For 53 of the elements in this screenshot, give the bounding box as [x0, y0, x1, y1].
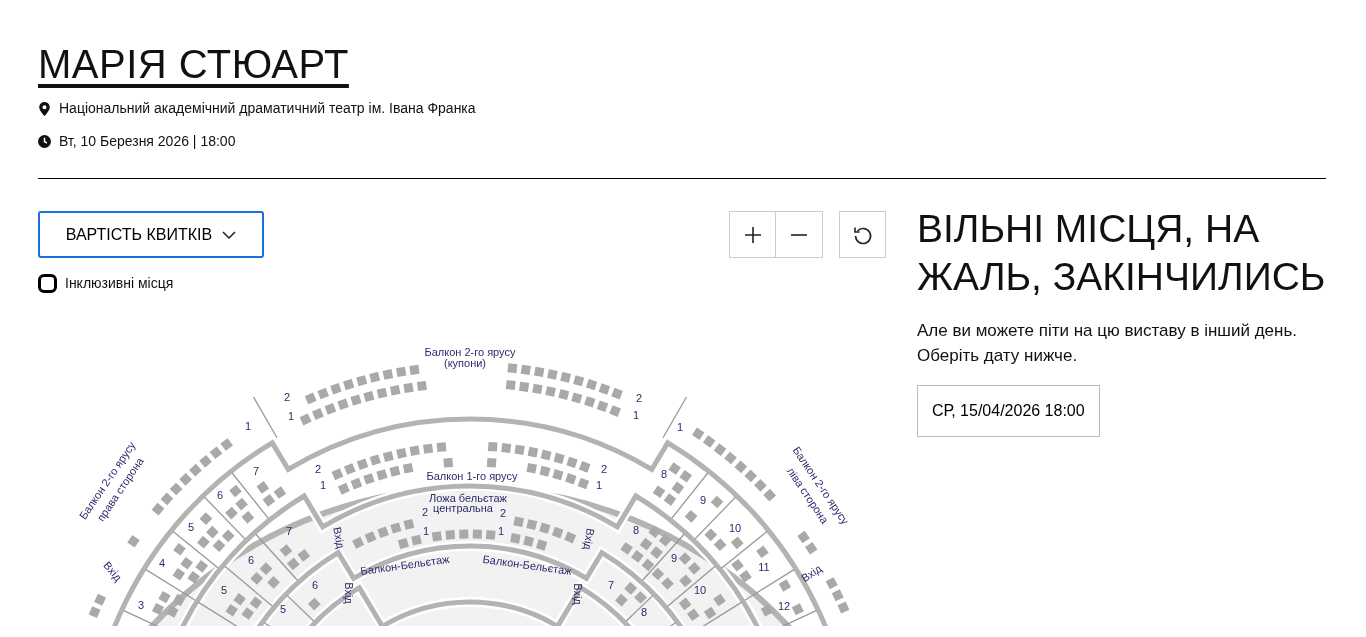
row-number: 4: [158, 556, 166, 569]
row-number: 7: [285, 524, 293, 537]
row-number: 1: [422, 524, 430, 537]
row-number: 2: [421, 505, 429, 518]
event-title: МАРІЯ СТЮАРТ: [38, 41, 349, 88]
row-number: 1: [595, 478, 603, 491]
checkbox-label: Інклюзивні місця: [65, 274, 174, 293]
row-number: 5: [220, 583, 228, 596]
row-number: 12: [777, 599, 791, 612]
row-number: 8: [660, 467, 668, 480]
row-number: 11: [758, 560, 770, 573]
section-label: Балкон 2-го ярусу: [424, 345, 516, 358]
venue-text: Національний академічний драматичний театр ім. Івана Франка: [59, 99, 476, 118]
row-number: 1: [244, 419, 252, 432]
entrance-label: Вхід: [331, 526, 347, 550]
row-number: 1: [676, 420, 684, 433]
section-label: (купони): [443, 356, 487, 369]
row-number: 2: [635, 391, 643, 404]
row-number: 6: [247, 553, 255, 566]
row-number: 3: [137, 598, 145, 611]
row-number: 10: [693, 583, 707, 596]
row-number: 10: [728, 521, 742, 534]
section-label: центральна: [433, 501, 493, 514]
date-option-button[interactable]: СР, 15/04/2026 18:00: [917, 384, 1100, 437]
row-number: 8: [640, 605, 648, 618]
row-number: 1: [287, 409, 295, 422]
date-time-text: Вт, 10 Березня 2026 | 18:00: [59, 132, 236, 151]
section-label: Ложа бельєтаж: [429, 491, 507, 504]
row-number: 2: [600, 462, 608, 475]
row-number: 6: [311, 578, 319, 591]
row-number: 2: [499, 506, 507, 519]
row-number: 8: [632, 523, 640, 536]
row-number: 5: [187, 520, 195, 533]
row-number: 1: [632, 408, 640, 421]
notice-text: Але ви можете піти на цю виставу в інший день. Оберіть дату нижче.: [917, 319, 1298, 368]
entrance-label: Вхід: [343, 582, 356, 604]
entrance-label: Вхід: [572, 583, 585, 605]
row-number: 9: [670, 551, 678, 564]
entrance-label: Вхід: [799, 562, 824, 585]
row-number: 2: [314, 462, 322, 475]
row-number: 6: [216, 488, 224, 501]
row-number: 9: [699, 493, 707, 506]
section-label: Балкон 1-го ярусу: [426, 469, 518, 482]
row-number: 7: [607, 578, 615, 591]
row-number: 7: [252, 464, 260, 477]
section-label: Балкон-Бельєтаж: [359, 552, 451, 578]
row-number: 2: [283, 390, 291, 403]
ticket-price-dropdown[interactable]: ВАРТІСТЬ КВИТКІВ: [38, 211, 264, 258]
row-number: 1: [319, 478, 327, 491]
entrance-label: Вхід: [581, 527, 597, 551]
row-number: 5: [279, 602, 287, 615]
row-number: 1: [497, 524, 505, 537]
notice-heading: ВІЛЬНІ МІСЦЯ, НА ЖАЛЬ, ЗАКІНЧИЛИСЬ: [917, 206, 1327, 301]
